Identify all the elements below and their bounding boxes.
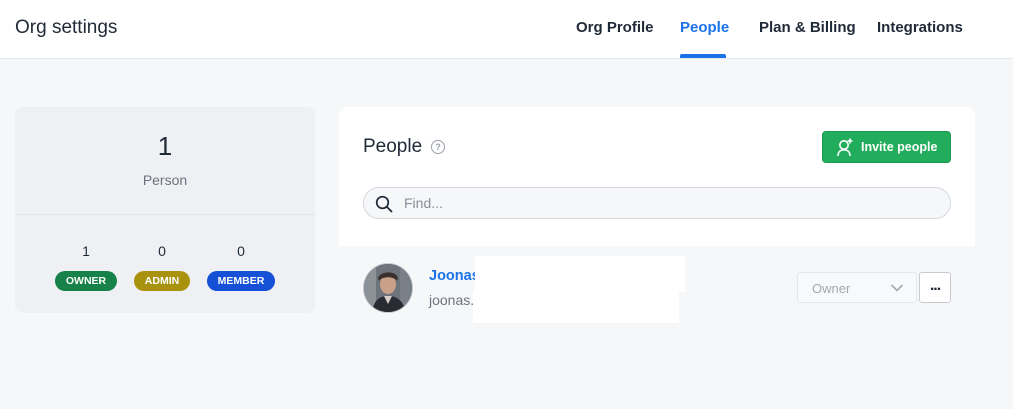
owner-stat: 1 OWNER (46, 243, 126, 291)
person-count: 1 (157, 131, 173, 161)
member-count: 0 (237, 243, 245, 259)
invite-people-button[interactable]: Invite people (822, 131, 951, 163)
tab-plan-billing[interactable]: Plan & Billing (759, 19, 856, 36)
member-row: Joonas joonas. Owner ... (339, 246, 975, 332)
tab-org-profile[interactable]: Org Profile (576, 19, 654, 36)
member-stat: 0 MEMBER (201, 243, 281, 291)
admin-badge: ADMIN (133, 271, 191, 291)
top-bar: Org settings Org Profile People Plan & B… (0, 0, 1013, 59)
tab-integrations[interactable]: Integrations (877, 19, 963, 36)
search-icon (375, 195, 393, 213)
redaction-box (475, 256, 685, 292)
people-heading: People (363, 136, 423, 157)
search-input[interactable] (404, 193, 934, 213)
page-title: Org settings (15, 17, 118, 38)
admin-stat: 0 ADMIN (122, 243, 202, 291)
search-field[interactable] (363, 187, 951, 219)
member-badge: MEMBER (206, 271, 276, 291)
tab-people[interactable]: People (680, 19, 729, 36)
more-actions-button[interactable]: ... (919, 272, 951, 303)
owner-count: 1 (82, 243, 90, 259)
add-user-icon (837, 138, 853, 157)
person-count-label: Person (142, 172, 188, 188)
member-email: joonas. (429, 292, 475, 308)
avatar[interactable] (363, 263, 413, 313)
stats-divider (15, 214, 315, 215)
member-role-value: Owner (812, 281, 851, 296)
member-role-select[interactable]: Owner (797, 272, 917, 303)
more-dots-icon: ... (929, 277, 941, 294)
invite-people-label: Invite people (861, 140, 938, 154)
admin-count: 0 (158, 243, 166, 259)
member-name-link[interactable]: Joonas (429, 268, 480, 284)
avatar-photo (364, 264, 412, 312)
active-tab-indicator (680, 54, 726, 58)
owner-badge: OWNER (54, 271, 118, 291)
people-panel: People ? Invite people (339, 107, 975, 246)
people-stats-card: 1 Person 1 OWNER 0 ADMIN 0 MEMBER (15, 107, 315, 313)
chevron-down-icon (890, 284, 904, 292)
redaction-box (473, 290, 679, 323)
question-circle-icon[interactable]: ? (431, 140, 445, 154)
